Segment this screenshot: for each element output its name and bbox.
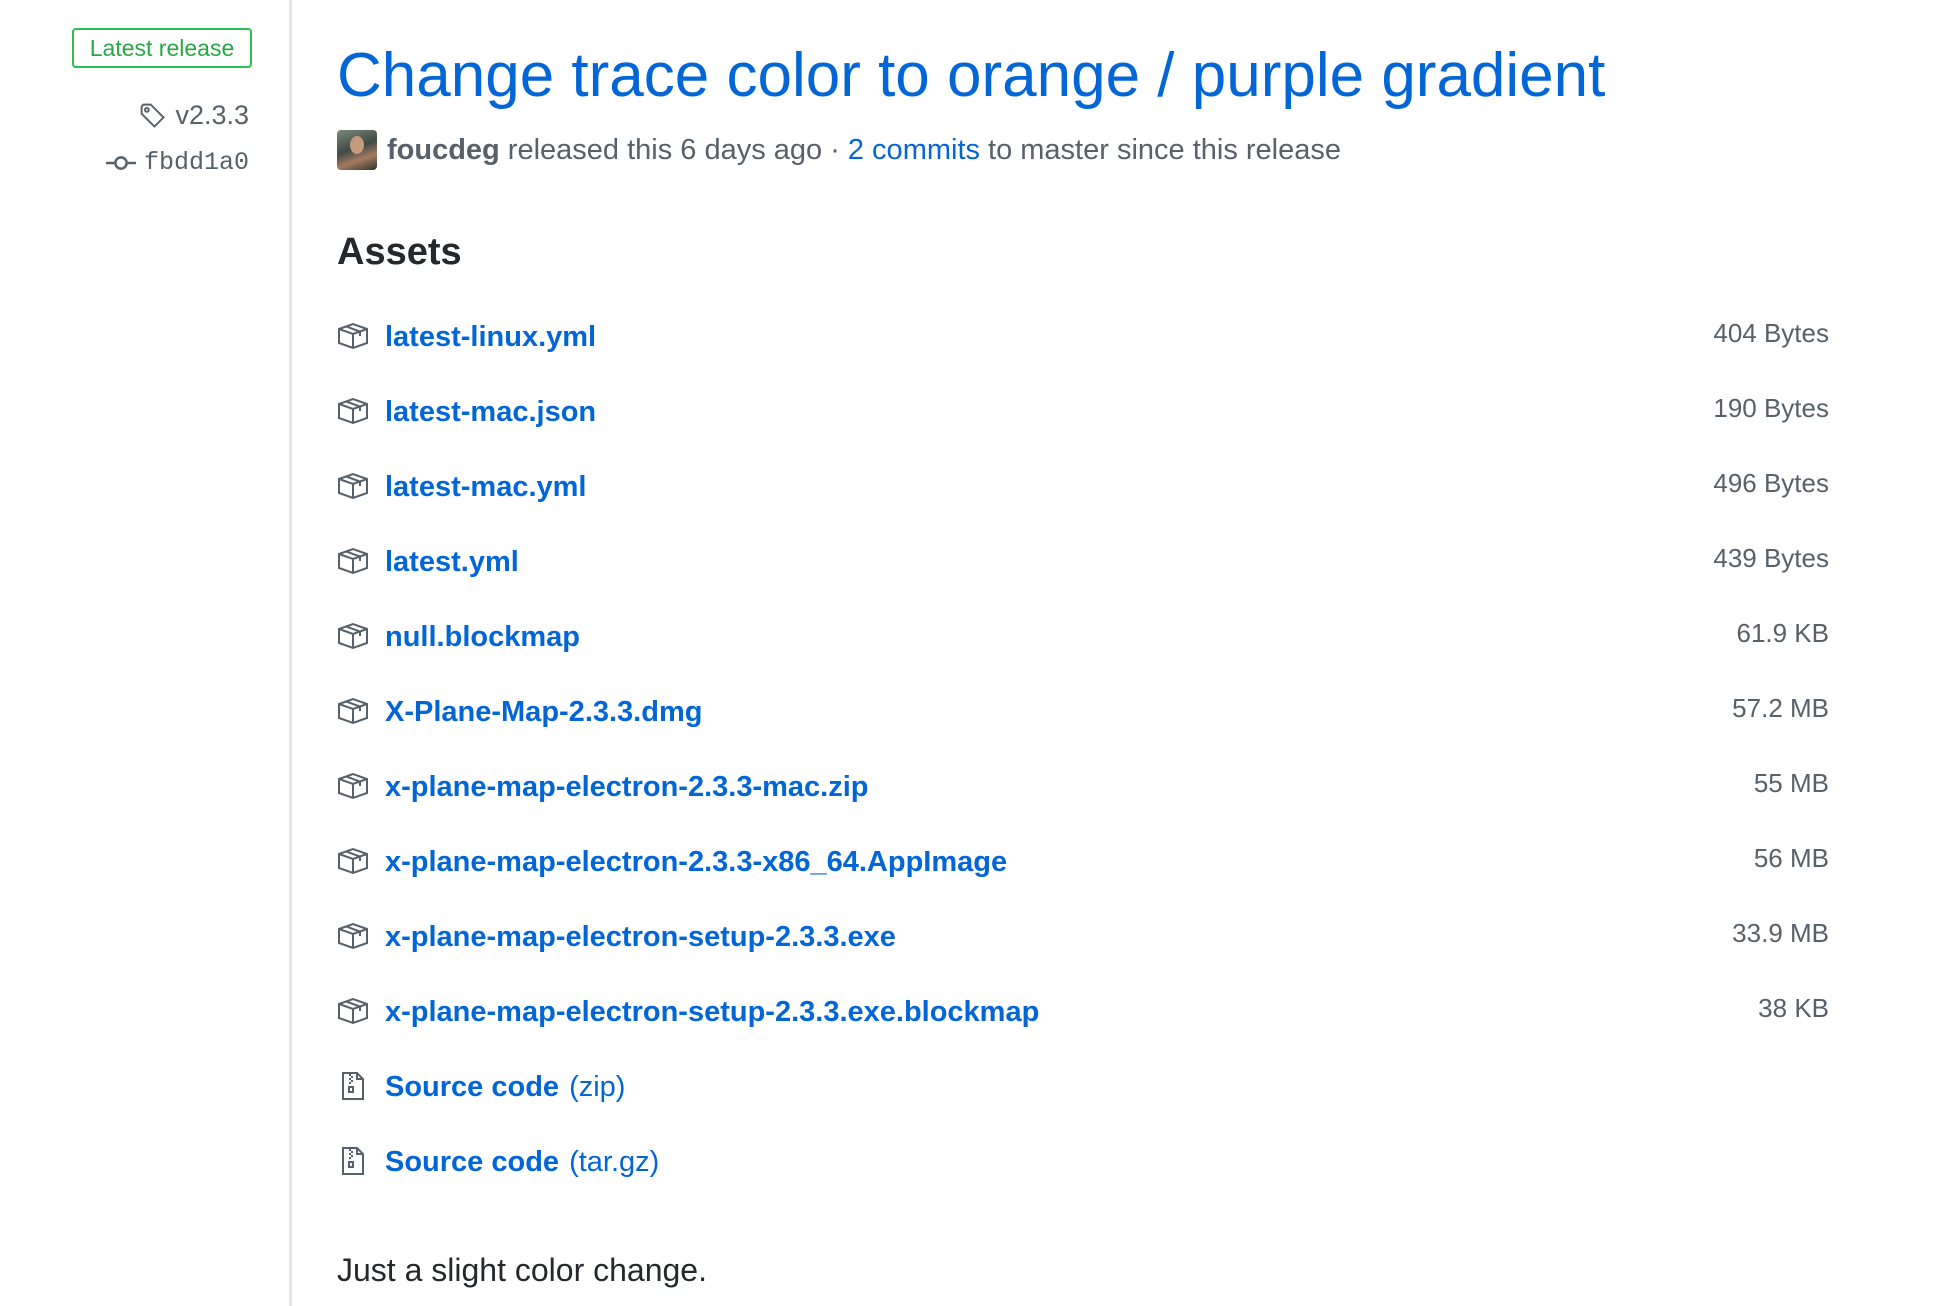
- commit-sha: fbdd1a0: [143, 148, 249, 177]
- release-commit[interactable]: fbdd1a0: [105, 148, 249, 177]
- avatar[interactable]: [337, 130, 377, 170]
- asset-row: Source code (zip): [337, 1065, 1829, 1140]
- asset-size: 57.2 MB: [1732, 693, 1829, 723]
- asset-link[interactable]: latest-linux.yml: [385, 315, 596, 359]
- asset-row: null.blockmap 61.9 KB: [337, 615, 1829, 690]
- asset-link[interactable]: x-plane-map-electron-2.3.3-mac.zip: [385, 765, 868, 809]
- asset-size: 61.9 KB: [1736, 618, 1829, 648]
- asset-link[interactable]: X-Plane-Map-2.3.3.dmg: [385, 690, 702, 734]
- asset-size: 496 Bytes: [1713, 468, 1829, 498]
- file-zip-icon: [337, 1145, 371, 1179]
- asset-row: Source code (tar.gz): [337, 1140, 1829, 1215]
- file-zip-icon: [337, 1070, 371, 1104]
- asset-size: 56 MB: [1753, 843, 1829, 873]
- source-code-zip-link[interactable]: Source code: [385, 1065, 559, 1109]
- commits-suffix: to master since this release: [988, 133, 1341, 166]
- asset-list: latest-linux.yml 404 Bytes latest-mac.js…: [337, 315, 1829, 1215]
- assets-heading: Assets: [337, 231, 462, 273]
- latest-release-badge: Latest release: [72, 28, 252, 68]
- package-icon: [337, 620, 371, 654]
- asset-size: 190 Bytes: [1713, 393, 1829, 423]
- package-icon: [337, 770, 371, 804]
- source-code-targz-link[interactable]: Source code: [385, 1140, 559, 1184]
- released-text: released this 6 days ago ·: [507, 133, 840, 166]
- release-notes: Just a slight color change.: [337, 1252, 707, 1288]
- asset-row: x-plane-map-electron-2.3.3-mac.zip 55 MB: [337, 765, 1829, 840]
- package-icon: [337, 920, 371, 954]
- asset-row: x-plane-map-electron-setup-2.3.3.exe.blo…: [337, 990, 1829, 1065]
- package-icon: [337, 320, 371, 354]
- package-icon: [337, 395, 371, 429]
- asset-link[interactable]: latest-mac.yml: [385, 465, 587, 509]
- author-link[interactable]: foucdeg: [387, 134, 500, 167]
- git-commit-icon: [105, 153, 136, 173]
- asset-size: 38 KB: [1758, 993, 1829, 1023]
- asset-link[interactable]: x-plane-map-electron-2.3.3-x86_64.AppIma…: [385, 840, 1007, 884]
- package-icon: [337, 545, 371, 579]
- source-code-targz-format[interactable]: (tar.gz): [569, 1140, 659, 1184]
- release-tag[interactable]: v2.3.3: [139, 100, 249, 131]
- asset-row: X-Plane-Map-2.3.3.dmg 57.2 MB: [337, 690, 1829, 765]
- asset-row: latest-mac.json 190 Bytes: [337, 390, 1829, 465]
- asset-row: latest-mac.yml 496 Bytes: [337, 465, 1829, 540]
- asset-size: 404 Bytes: [1713, 318, 1829, 348]
- release-title[interactable]: Change trace color to orange / purple gr…: [337, 36, 1605, 116]
- package-icon: [337, 995, 371, 1029]
- tag-label: v2.3.3: [175, 100, 249, 130]
- commits-link[interactable]: 2 commits: [848, 134, 980, 167]
- asset-size: 439 Bytes: [1713, 543, 1829, 573]
- asset-size: 55 MB: [1753, 768, 1829, 798]
- asset-row: latest.yml 439 Bytes: [337, 540, 1829, 615]
- package-icon: [337, 845, 371, 879]
- package-icon: [337, 470, 371, 504]
- release-sidebar: Latest release v2.3.3 fbdd1a0: [0, 0, 292, 1306]
- asset-link[interactable]: x-plane-map-electron-setup-2.3.3.exe.blo…: [385, 990, 1039, 1034]
- package-icon: [337, 695, 371, 729]
- release-byline: foucdeg released this 6 days ago · 2 com…: [337, 130, 1341, 170]
- asset-link[interactable]: latest.yml: [385, 540, 519, 584]
- asset-size: 33.9 MB: [1732, 918, 1829, 948]
- asset-link[interactable]: x-plane-map-electron-setup-2.3.3.exe: [385, 915, 896, 959]
- asset-link[interactable]: null.blockmap: [385, 615, 580, 659]
- asset-row: latest-linux.yml 404 Bytes: [337, 315, 1829, 390]
- asset-link[interactable]: latest-mac.json: [385, 390, 596, 434]
- source-code-zip-format[interactable]: (zip): [569, 1065, 625, 1109]
- tag-icon: [139, 102, 167, 130]
- asset-row: x-plane-map-electron-setup-2.3.3.exe 33.…: [337, 915, 1829, 990]
- asset-row: x-plane-map-electron-2.3.3-x86_64.AppIma…: [337, 840, 1829, 915]
